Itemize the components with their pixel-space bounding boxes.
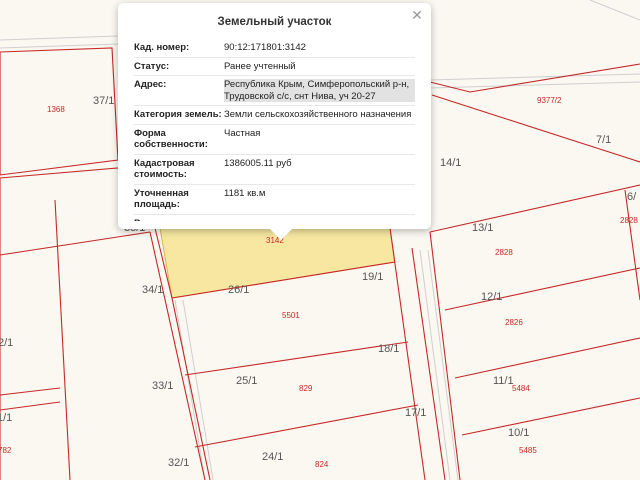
info-value: 90:12:171801:3142: [224, 42, 306, 53]
info-value: Земли сельскохозяйственного назначения: [224, 109, 412, 120]
info-key: Категория земель:: [134, 109, 222, 120]
info-row-status: Статус: Ранее учтенный: [134, 58, 415, 76]
cadastral-number: 1368: [47, 105, 65, 114]
plot-number: 24/1: [262, 451, 283, 463]
info-key: Кадастровая стоимость:: [134, 157, 195, 181]
parcel-info-popup: Земельный участок ✕ Кад. номер: 90:12:17…: [118, 3, 431, 240]
info-value: 1181 кв.м: [224, 187, 266, 199]
cadastral-number: 2828: [620, 216, 638, 225]
info-value: 1386005.11 руб: [224, 157, 292, 169]
cadastral-number: 2828: [495, 248, 513, 257]
cadastral-number: 2826: [505, 318, 523, 327]
plot-number: 11/1: [493, 375, 514, 387]
plot-number: 25/1: [236, 375, 257, 387]
parcel-info-table: Кад. номер: 90:12:171801:3142 Статус: Ра…: [134, 39, 415, 221]
info-row-area: Уточненная площадь: 1181 кв.м: [134, 185, 415, 215]
cadastral-number: 5501: [282, 311, 300, 320]
popup-title: Земельный участок: [217, 16, 332, 28]
plot-number: 26/1: [228, 284, 249, 296]
plot-number: 10/1: [508, 427, 529, 439]
cadastral-number: 824: [315, 460, 329, 469]
info-row-permitted-use: Разрешенное: [134, 215, 415, 222]
info-row-cadastral-value: Кадастровая стоимость: 1386005.11 руб: [134, 155, 415, 185]
info-key: Форма собственности:: [134, 127, 208, 151]
plot-number: 18/1: [378, 343, 399, 355]
info-value: Республика Крым, Симферопольский р-н, Тр…: [224, 79, 415, 102]
info-row-address: Адрес: Республика Крым, Симферопольский …: [134, 76, 415, 106]
info-key: Адрес:: [134, 79, 167, 90]
cadastral-number: 829: [299, 384, 313, 393]
plot-number: 32/1: [168, 457, 189, 469]
plot-number: 17/1: [405, 407, 426, 419]
cadastral-number: 5485: [519, 446, 537, 455]
cadastral-number: 782: [0, 446, 12, 455]
plot-number: 7/1: [596, 134, 611, 146]
info-value: Частная: [224, 127, 261, 139]
info-key: Уточненная площадь:: [134, 187, 189, 211]
plot-number: 34/1: [142, 284, 163, 296]
plot-number: 2/1: [0, 337, 13, 349]
plot-number: 14/1: [440, 157, 461, 169]
plot-number: 13/1: [472, 222, 493, 234]
info-key: Разрешенное: [134, 218, 224, 222]
close-icon[interactable]: ✕: [409, 7, 425, 23]
plot-number: 6/: [627, 191, 637, 203]
info-row-cadastral-number: Кад. номер: 90:12:171801:3142: [134, 39, 415, 58]
plot-number: 33/1: [152, 380, 173, 392]
plot-number: 12/1: [481, 291, 502, 303]
plot-number: 1/1: [0, 412, 12, 424]
info-value: Ранее учтенный: [224, 60, 296, 72]
plot-number: 37/1: [93, 95, 114, 107]
plot-number: 19/1: [362, 271, 383, 283]
info-key: Статус:: [134, 60, 170, 72]
cadastral-number: 9377/2: [537, 96, 562, 105]
info-key: Кад. номер:: [134, 42, 190, 53]
info-row-land-category: Категория земель: Земли сельскохозяйстве…: [134, 106, 415, 125]
info-row-ownership: Форма собственности: Частная: [134, 125, 415, 155]
cadastral-number: 5484: [512, 384, 530, 393]
info-value: [224, 218, 415, 222]
